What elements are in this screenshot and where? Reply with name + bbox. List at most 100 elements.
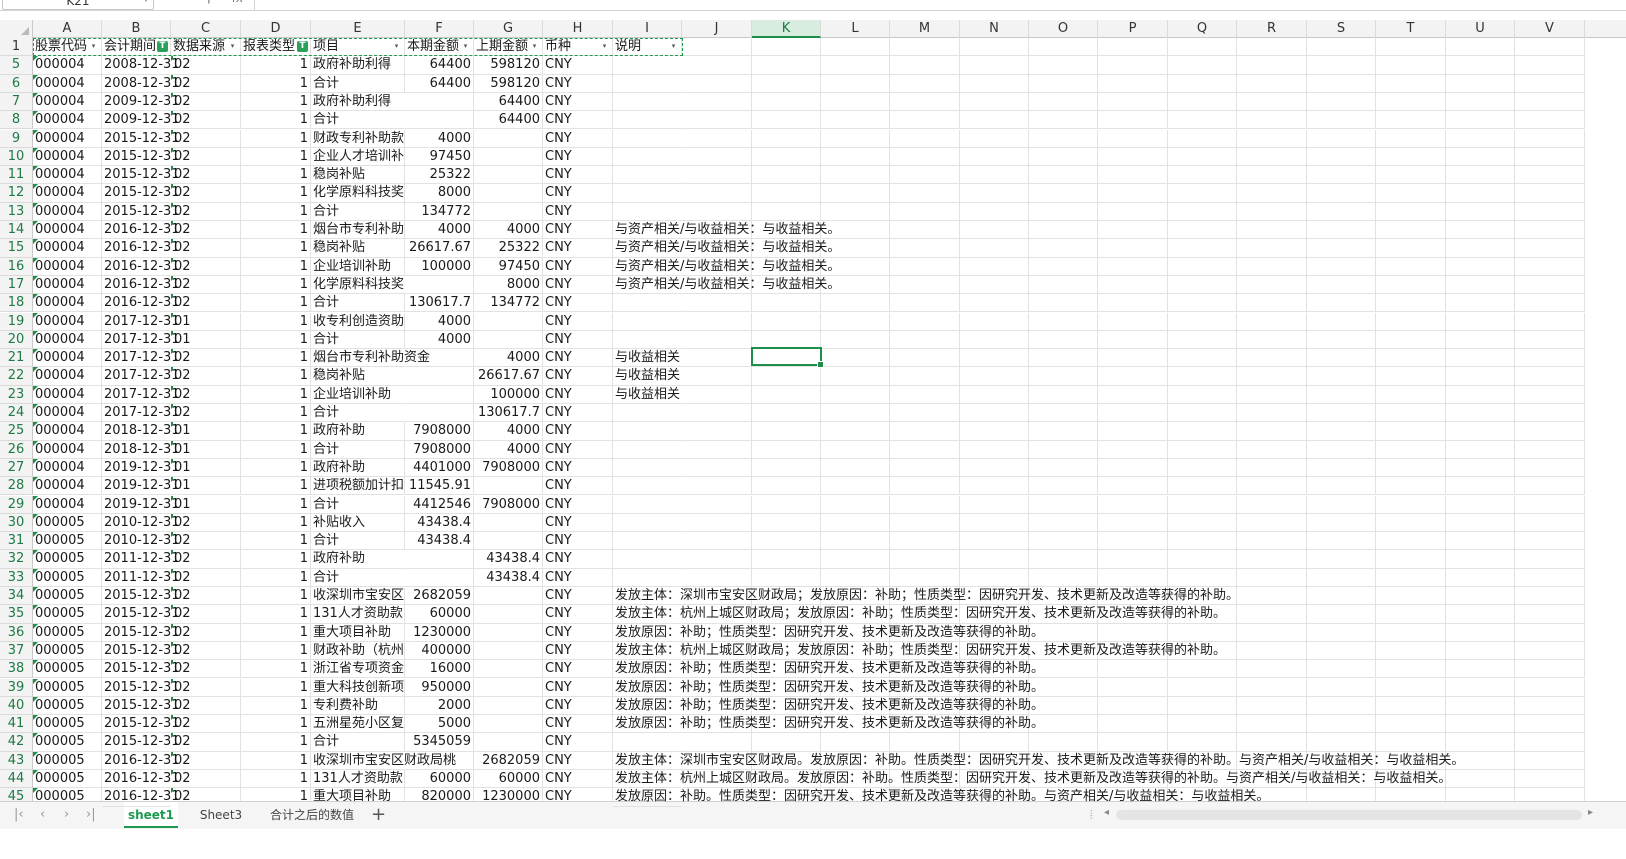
row-number[interactable]: 33 [0, 568, 33, 587]
empty-cell[interactable] [1376, 696, 1446, 716]
empty-cell[interactable] [821, 74, 890, 93]
empty-cell[interactable] [1446, 166, 1515, 185]
item-cell[interactable]: 131人才资助款 [311, 770, 405, 789]
note-cell[interactable]: 发放主体：深圳市宝安区财政局。发放原因：补助。性质类型：因研究开发、技术更新及改… [613, 752, 1464, 770]
stock-code-cell[interactable]: 000004 [33, 312, 102, 331]
previous-amount-cell[interactable]: 64400 [474, 92, 543, 112]
empty-cell[interactable] [821, 202, 890, 221]
currency-cell[interactable]: CNY [543, 129, 613, 148]
report-type-cell[interactable]: 1 [241, 312, 311, 331]
filter-dropdown-icon[interactable]: ▾ [227, 41, 238, 52]
empty-cell[interactable] [1515, 751, 1585, 770]
column-header-s[interactable]: S [1307, 20, 1376, 38]
currency-cell[interactable]: CNY [543, 385, 613, 404]
empty-cell[interactable] [1098, 385, 1168, 404]
empty-cell[interactable] [1446, 129, 1515, 148]
empty-cell[interactable] [1446, 623, 1515, 642]
function-icon[interactable]: fx [232, 0, 243, 5]
empty-cell[interactable] [1307, 513, 1376, 533]
stock-code-cell[interactable]: 000005 [33, 715, 102, 734]
row-number[interactable]: 34 [0, 587, 33, 606]
empty-cell[interactable] [1237, 422, 1307, 441]
source-cell[interactable]: 02 [171, 568, 241, 587]
scroll-left-icon[interactable]: ◂ [1104, 807, 1109, 818]
item-cell[interactable]: 政府补助利得 [311, 93, 405, 112]
empty-cell[interactable] [1515, 38, 1585, 57]
empty-cell[interactable] [1098, 349, 1168, 368]
item-cell[interactable]: 政府补助 [311, 458, 405, 478]
item-cell[interactable]: 稳岗补贴 [311, 239, 405, 258]
source-cell[interactable]: 02 [171, 275, 241, 295]
empty-cell[interactable] [682, 385, 752, 404]
empty-cell[interactable] [960, 733, 1029, 752]
period-cell[interactable]: 2015-12-31 [102, 605, 180, 624]
previous-amount-cell[interactable]: 598120 [474, 56, 543, 75]
note-cell[interactable]: 与资产相关/与收益相关：与收益相关。 [613, 221, 840, 240]
filter-active-icon[interactable]: T [157, 41, 168, 52]
empty-cell[interactable] [890, 477, 960, 496]
row-number[interactable]: 20 [0, 330, 33, 350]
empty-cell[interactable] [682, 166, 752, 185]
empty-cell[interactable] [1446, 568, 1515, 587]
empty-cell[interactable] [1168, 422, 1237, 441]
empty-cell[interactable] [1237, 294, 1307, 313]
report-type-cell[interactable]: 1 [241, 129, 311, 148]
empty-cell[interactable] [1376, 587, 1446, 606]
empty-cell[interactable] [1376, 275, 1446, 295]
empty-cell[interactable] [960, 56, 1029, 75]
scroll-divider[interactable]: ⦙ [1090, 808, 1093, 823]
empty-cell[interactable] [752, 385, 821, 404]
period-cell[interactable]: 2017-12-31 [102, 367, 180, 386]
empty-cell[interactable] [960, 532, 1029, 551]
empty-cell[interactable] [1237, 641, 1307, 661]
empty-cell[interactable] [1029, 513, 1098, 533]
empty-cell[interactable] [1168, 715, 1237, 734]
empty-cell[interactable] [1237, 513, 1307, 533]
empty-cell[interactable] [1446, 275, 1515, 295]
note-cell[interactable]: 发放主体：杭州上城区财政局；发放原因：补助；性质类型：因研究开发、技术更新及改造… [613, 605, 1226, 624]
empty-cell[interactable] [752, 733, 821, 752]
source-cell[interactable]: 02 [171, 349, 241, 368]
empty-cell[interactable] [1168, 349, 1237, 368]
empty-cell[interactable] [1098, 275, 1168, 295]
report-type-cell[interactable]: 1 [241, 349, 311, 368]
empty-cell[interactable] [1098, 74, 1168, 93]
empty-cell[interactable] [821, 385, 890, 404]
empty-cell[interactable] [960, 184, 1029, 203]
item-cell[interactable]: 重大科技创新项 [311, 678, 405, 697]
period-cell[interactable]: 2017-12-31 [102, 386, 180, 404]
row-number[interactable]: 22 [0, 367, 33, 386]
empty-cell[interactable] [890, 385, 960, 404]
current-amount-cell[interactable]: 11545.91 [405, 477, 474, 496]
empty-cell[interactable] [1446, 367, 1515, 386]
empty-cell[interactable] [1515, 367, 1585, 386]
empty-cell[interactable] [821, 550, 890, 569]
source-cell[interactable]: 01 [171, 330, 241, 350]
note-cell[interactable] [613, 148, 682, 167]
item-cell[interactable]: 企业培训补助 [311, 386, 405, 404]
row-number[interactable]: 36 [0, 623, 33, 642]
header-cell[interactable]: 本期金额 ▾ [405, 38, 474, 57]
currency-cell[interactable]: CNY [543, 74, 613, 93]
source-cell[interactable]: 02 [171, 202, 241, 221]
empty-cell[interactable] [1515, 184, 1585, 203]
empty-cell[interactable] [1446, 385, 1515, 404]
stock-code-cell[interactable]: 000004 [33, 202, 102, 221]
next-sheet-icon[interactable]: › [64, 807, 69, 822]
empty-cell[interactable] [1446, 477, 1515, 496]
note-cell[interactable]: 与收益相关 [613, 386, 682, 404]
previous-amount-cell[interactable]: 2682059 [474, 751, 543, 770]
empty-cell[interactable] [1098, 678, 1168, 697]
currency-cell[interactable]: CNY [543, 641, 613, 661]
empty-cell[interactable] [1098, 495, 1168, 514]
empty-cell[interactable] [821, 330, 890, 350]
empty-cell[interactable] [1168, 111, 1237, 130]
empty-cell[interactable] [1515, 623, 1585, 642]
period-cell[interactable]: 2018-12-31 [102, 422, 180, 441]
report-type-cell[interactable]: 1 [241, 477, 311, 496]
source-cell[interactable]: 02 [171, 385, 241, 404]
report-type-cell[interactable]: 1 [241, 605, 311, 624]
empty-cell[interactable] [890, 147, 960, 167]
currency-cell[interactable]: CNY [543, 111, 613, 130]
empty-cell[interactable] [1376, 239, 1446, 258]
